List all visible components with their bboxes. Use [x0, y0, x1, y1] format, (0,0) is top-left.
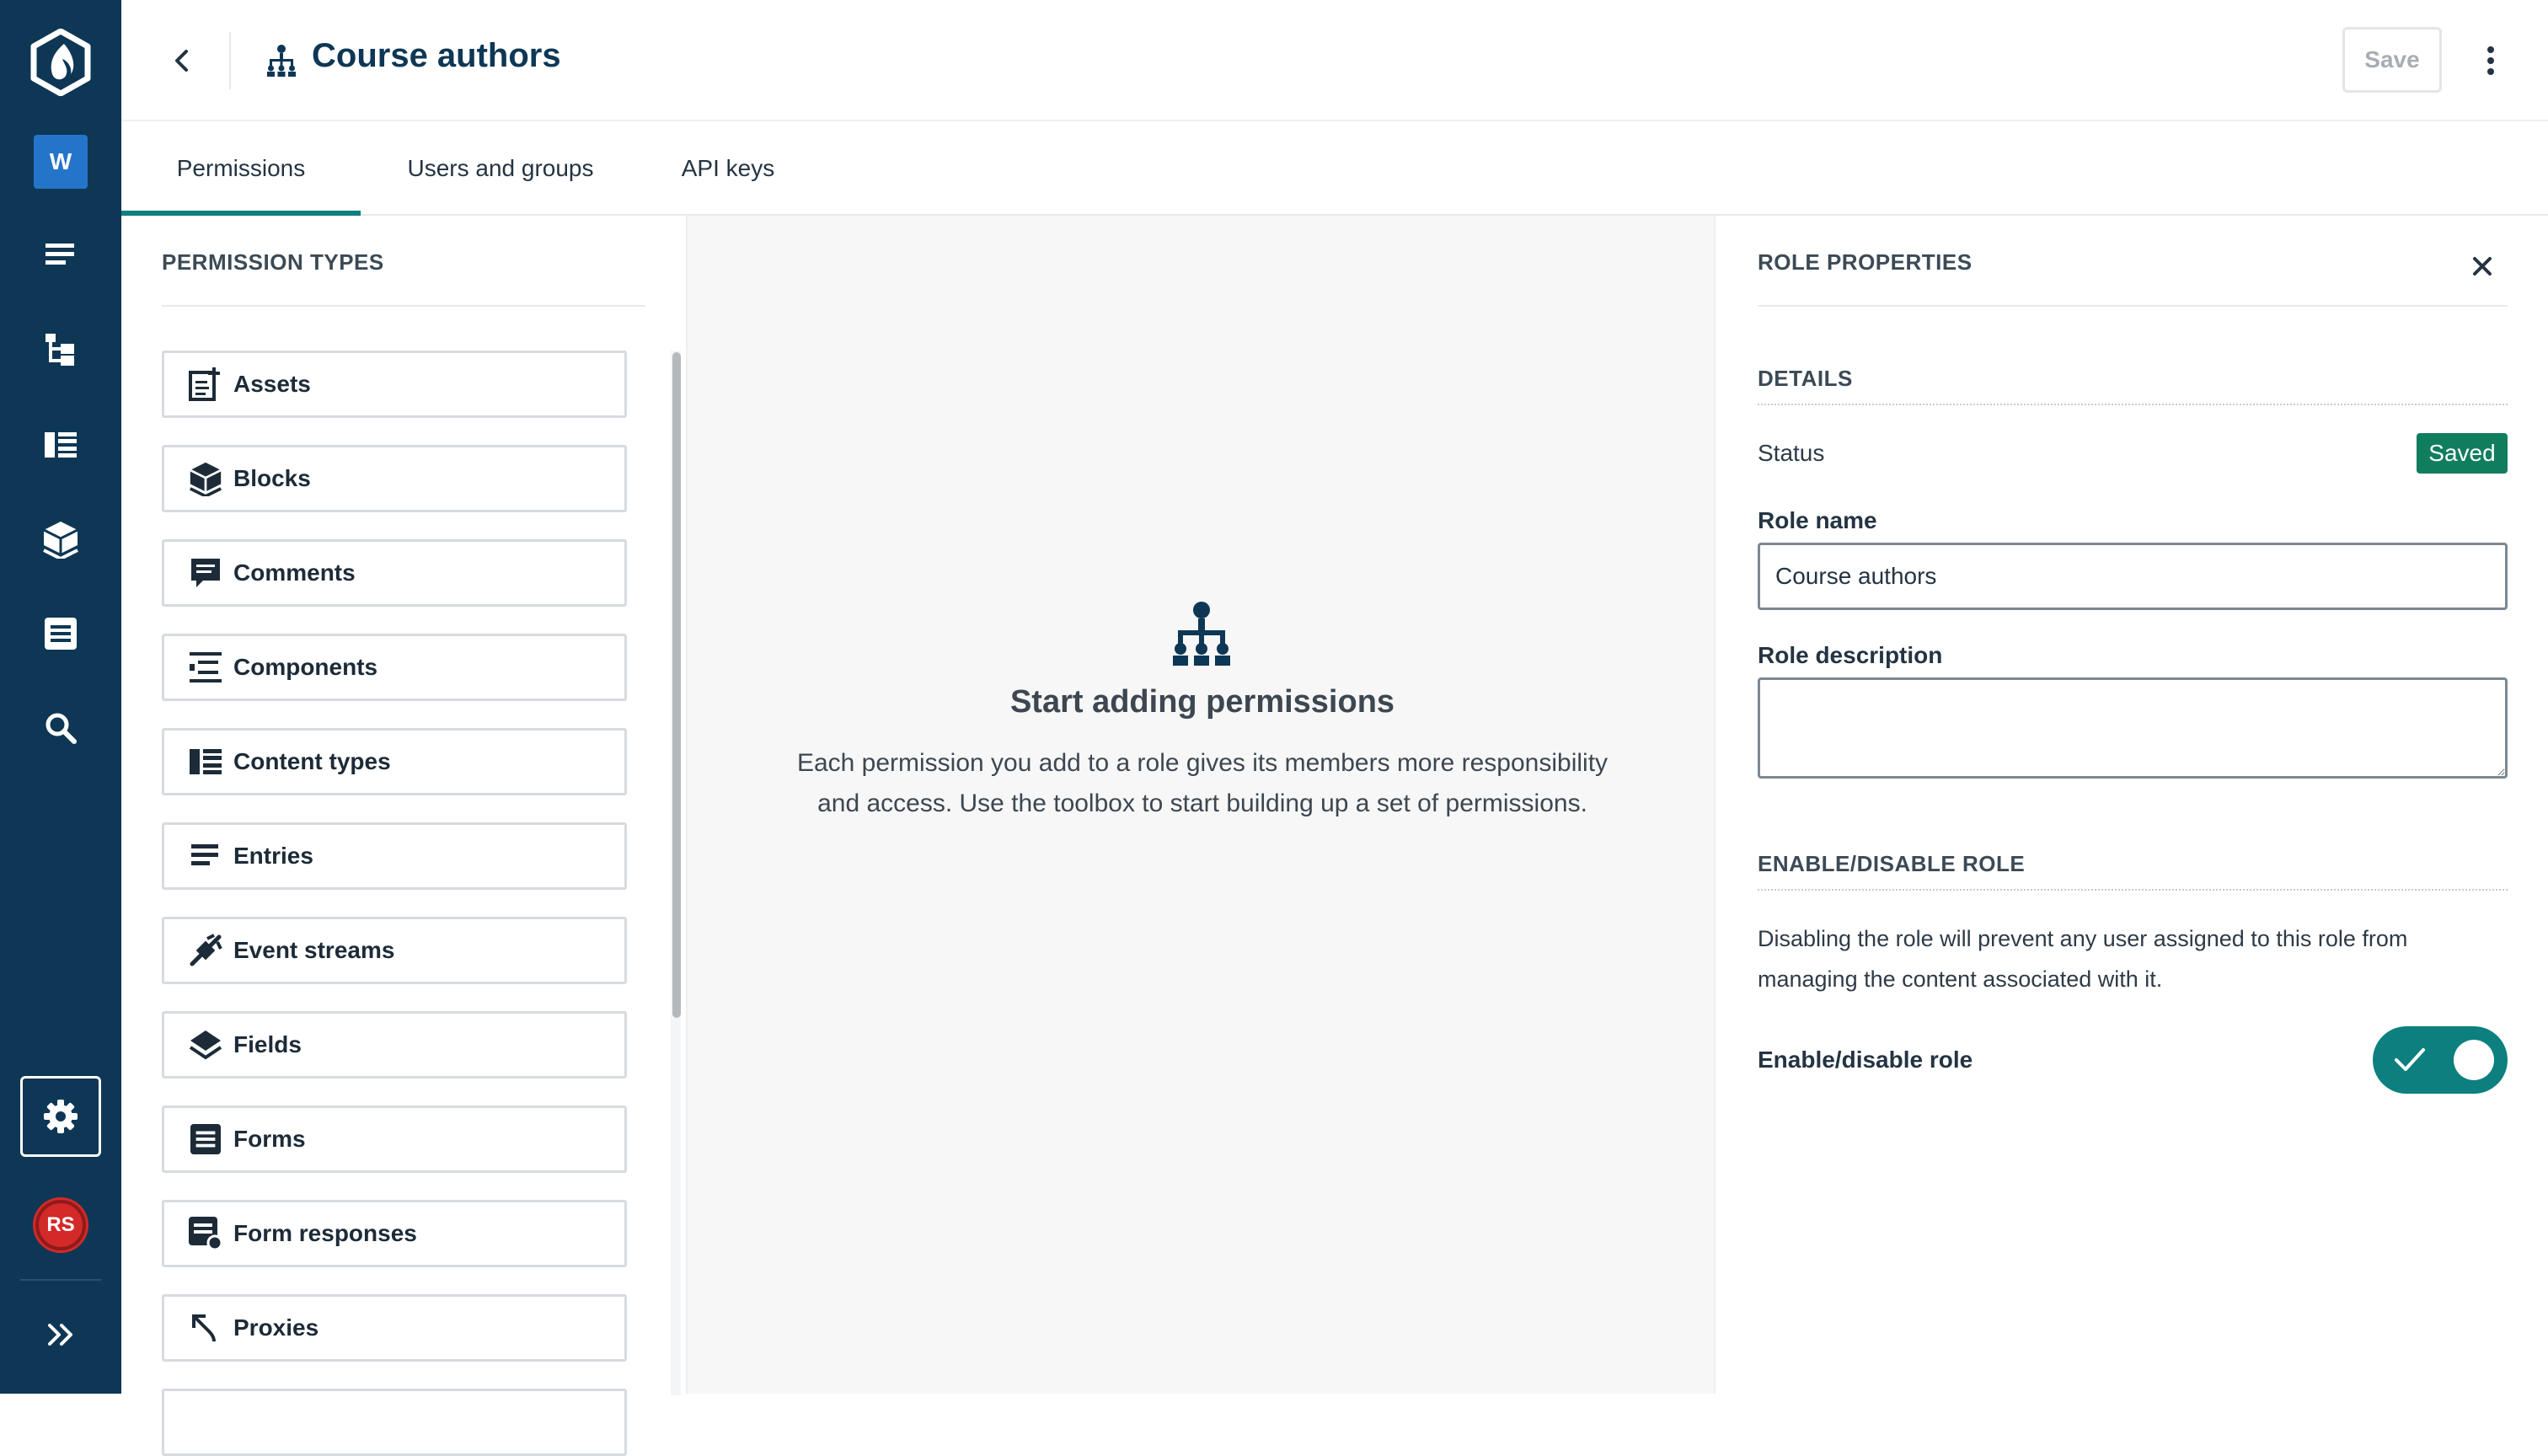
close-panel-button[interactable]	[2457, 241, 2508, 292]
role-properties-panel: ROLE PROPERTIES DETAILS Status Saved Rol…	[1716, 216, 2548, 1394]
entries-icon[interactable]	[20, 219, 101, 293]
permission-type-label: Blocks	[233, 465, 311, 491]
avatar: RS	[35, 1200, 86, 1250]
comments-icon	[188, 555, 223, 591]
role-name-input[interactable]	[1758, 543, 2508, 610]
heading-divider	[1758, 305, 2508, 307]
role-hierarchy-icon	[1173, 602, 1230, 666]
permission-type-forms[interactable]: Forms	[162, 1105, 627, 1173]
page-header: Course authors Save	[121, 0, 2548, 121]
assets-icon	[188, 367, 223, 402]
permission-type-proxies[interactable]: Proxies	[162, 1294, 627, 1362]
permission-type-label: Components	[233, 654, 378, 680]
permission-type-form-responses[interactable]: Form responses	[162, 1200, 627, 1267]
space-switcher[interactable]: W	[20, 125, 101, 199]
search-icon[interactable]	[20, 691, 101, 765]
space-badge: W	[34, 135, 88, 189]
status-label: Status	[1758, 440, 1825, 466]
role-name-label: Role name	[1758, 507, 1877, 533]
back-button[interactable]	[155, 34, 209, 88]
details-heading: DETAILS	[1758, 366, 1853, 391]
expand-rail-icon[interactable]	[20, 1298, 101, 1372]
tab-permissions[interactable]: Permissions	[121, 123, 361, 216]
permission-type-entries[interactable]: Entries	[162, 822, 627, 890]
content-types-icon[interactable]	[20, 408, 101, 482]
proxies-icon	[188, 1310, 223, 1346]
permission-type-fields[interactable]: Fields	[162, 1011, 627, 1079]
permission-type-components[interactable]: Components	[162, 634, 627, 701]
tab-bar: Permissions Users and groups API keys	[121, 123, 2548, 216]
kebab-menu-icon	[2487, 46, 2494, 75]
settings-button[interactable]	[20, 1076, 101, 1157]
permission-type-label: Form responses	[233, 1220, 417, 1246]
permission-type-blocks[interactable]: Blocks	[162, 445, 627, 512]
forms-icon	[188, 1121, 223, 1157]
tab-api-keys[interactable]: API keys	[644, 123, 812, 214]
enable-role-toggle[interactable]	[2373, 1026, 2508, 1094]
save-button[interactable]: Save	[2342, 27, 2442, 93]
forms-icon[interactable]	[20, 597, 101, 671]
permission-types-panel: PERMISSION TYPES Assets Blocks Comments …	[121, 216, 686, 1456]
chevron-left-icon	[175, 50, 188, 72]
blocks-icon[interactable]	[20, 502, 101, 576]
role-properties-heading: ROLE PROPERTIES	[1758, 249, 1973, 275]
content-tree-icon[interactable]	[20, 313, 101, 388]
enable-divider	[1758, 889, 2508, 891]
blocks-icon	[188, 461, 223, 496]
role-description-input[interactable]	[1758, 677, 2508, 779]
empty-state-description: Each permission you add to a role gives …	[796, 749, 1609, 817]
toggle-knob	[2454, 1040, 2494, 1080]
permission-type-assets[interactable]: Assets	[162, 351, 627, 418]
close-icon	[2473, 257, 2492, 276]
form-responses-icon	[188, 1216, 223, 1251]
permission-type-label: Comments	[233, 559, 356, 586]
status-badge: Saved	[2417, 433, 2508, 474]
permission-type-label: Assets	[233, 371, 311, 397]
rail-divider	[20, 1279, 101, 1281]
permission-type-label: Entries	[233, 843, 313, 869]
empty-state-title: Start adding permissions	[1009, 684, 1395, 720]
user-menu[interactable]: RS	[20, 1188, 101, 1262]
permission-type-label: Fields	[233, 1031, 302, 1057]
check-icon	[2395, 1048, 2425, 1071]
permission-type-label: Event streams	[233, 937, 395, 963]
nav-rail: W RS	[0, 0, 121, 1394]
enable-disable-heading: ENABLE/DISABLE ROLE	[1758, 851, 2026, 876]
permissions-canvas: Start adding permissions Each permission…	[686, 216, 1716, 1394]
enable-toggle-label: Enable/disable role	[1758, 1046, 1973, 1073]
content-types-icon	[188, 744, 223, 779]
fields-icon	[188, 1027, 223, 1063]
components-icon	[188, 650, 223, 685]
heading-divider	[162, 305, 645, 307]
entries-icon	[188, 838, 223, 874]
scrollbar-thumb[interactable]	[672, 352, 681, 1018]
page-title: Course authors	[312, 37, 561, 74]
permission-type-comments[interactable]: Comments	[162, 539, 627, 607]
permission-type-label: Proxies	[233, 1314, 319, 1341]
permission-type-more[interactable]	[162, 1389, 627, 1456]
gear-icon	[44, 1100, 78, 1133]
permission-type-label: Forms	[233, 1126, 306, 1152]
event-streams-icon	[188, 933, 223, 968]
permission-types-heading: PERMISSION TYPES	[162, 249, 384, 275]
app-logo-icon[interactable]	[20, 22, 101, 103]
header-divider	[229, 32, 231, 89]
enable-disable-description: Disabling the role will prevent any user…	[1758, 926, 2408, 992]
permission-type-label: Content types	[233, 748, 391, 774]
tab-users-and-groups[interactable]: Users and groups	[374, 123, 627, 214]
role-description-label: Role description	[1758, 642, 1943, 668]
permission-type-content-types[interactable]: Content types	[162, 728, 627, 795]
permission-type-event-streams[interactable]: Event streams	[162, 917, 627, 984]
role-hierarchy-icon	[267, 45, 296, 77]
more-options-button[interactable]	[2470, 34, 2511, 88]
details-divider	[1758, 404, 2508, 405]
